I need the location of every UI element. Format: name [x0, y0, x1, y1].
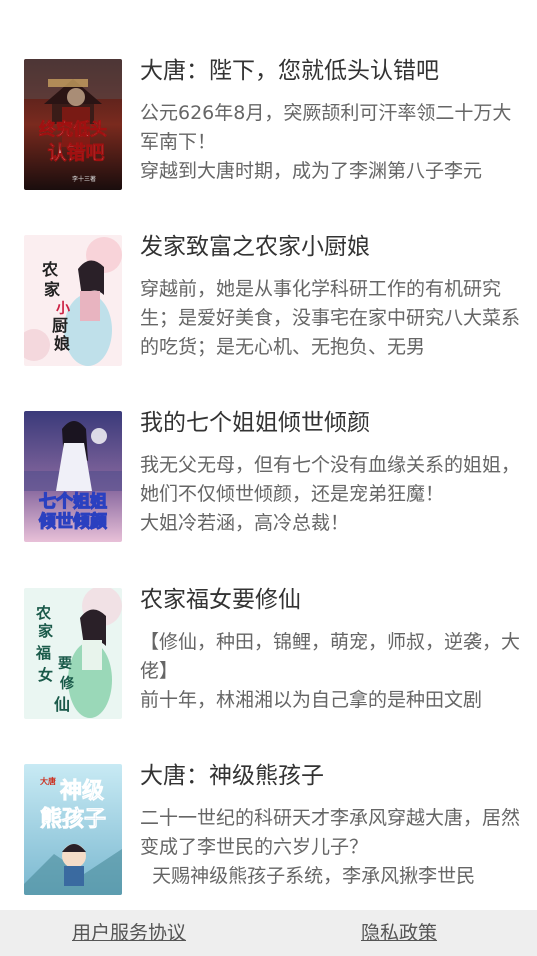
svg-text:七个姐姐: 七个姐姐 — [39, 491, 107, 512]
book-item[interactable]: 终究低头 认错吧 李十三著 大唐：陛下，您就低头认错吧 公元626年8月，突厥颉… — [24, 58, 524, 199]
svg-text:熊孩子: 熊孩子 — [40, 806, 106, 832]
svg-text:娘: 娘 — [54, 334, 70, 353]
privacy-policy-link[interactable]: 隐私政策 — [361, 920, 437, 946]
book-title: 我的七个姐姐倾世倾颜 — [140, 410, 370, 436]
svg-text:神级: 神级 — [60, 778, 104, 804]
book-description-line: 【修仙，种田，锦鲤，萌宠，师叔，逆袭，大佬】 — [140, 631, 520, 682]
book-item[interactable]: 农 家 小 厨 娘 发家致富之农家小厨娘 穿越前，她是从事化学科研工作的有机研究… — [24, 234, 524, 375]
svg-text:大唐: 大唐 — [40, 776, 56, 786]
book-item[interactable]: 大唐 神级 熊孩子 大唐：神级熊孩子 二十一世纪的科研天才李承风穿越大唐，居然变… — [24, 763, 524, 904]
book-description-line: 前十年，林湘湘以为自己拿的是种田文剧 — [140, 689, 483, 711]
svg-text:女: 女 — [38, 666, 53, 684]
book-description-line: 大姐冷若涵，高冷总裁！ — [140, 512, 350, 534]
book-description-line: 穿越到大唐时期，成为了李渊第八子李元 — [140, 160, 483, 182]
svg-text:厨: 厨 — [52, 316, 68, 335]
svg-text:家: 家 — [44, 280, 61, 299]
book-description-line: 天赐神级熊孩子系统，李承风揪李世民 — [140, 865, 476, 887]
svg-text:小: 小 — [56, 301, 70, 317]
svg-text:终究低头: 终究低头 — [39, 119, 107, 140]
footer: 用户服务协议 隐私政策 — [0, 910, 537, 956]
book-item[interactable]: 农 家 福 女 要 修 仙 农家福女要修仙 【修仙，种田，锦鲤，萌宠，师叔，逆袭… — [24, 587, 524, 728]
book-description: 【修仙，种田，锦鲤，萌宠，师叔，逆袭，大佬】 前十年，林湘湘以为自己拿的是种田文… — [140, 628, 520, 715]
terms-of-service-link[interactable]: 用户服务协议 — [72, 920, 186, 946]
book-title: 大唐：神级熊孩子 — [140, 763, 324, 789]
book-cover-image[interactable]: 七个姐姐 倾世倾颜 — [24, 411, 122, 542]
book-cover-image[interactable]: 终究低头 认错吧 李十三著 — [24, 59, 122, 190]
svg-text:要: 要 — [58, 656, 72, 672]
book-title: 大唐：陛下，您就低头认错吧 — [140, 58, 439, 84]
book-list: 终究低头 认错吧 李十三著 大唐：陛下，您就低头认错吧 公元626年8月，突厥颉… — [0, 0, 537, 910]
book-cover-image[interactable]: 大唐 神级 熊孩子 — [24, 764, 122, 895]
book-item[interactable]: 七个姐姐 倾世倾颜 我的七个姐姐倾世倾颜 我无父无母，但有七个没有血缘关系的姐姐… — [24, 410, 524, 551]
svg-text:认错吧: 认错吧 — [47, 141, 104, 164]
book-cover-image[interactable]: 农 家 福 女 要 修 仙 — [24, 588, 122, 719]
svg-text:李十三著: 李十三著 — [72, 175, 96, 183]
book-title: 发家致富之农家小厨娘 — [140, 234, 370, 260]
book-description: 我无父无母，但有七个没有血缘关系的姐姐，她们不仅倾世倾颜，还是宠弟狂魔！ 大姐冷… — [140, 451, 520, 538]
svg-text:农: 农 — [41, 260, 58, 279]
book-description-line: 公元626年8月，突厥颉利可汗率领二十万大军南下！ — [140, 102, 512, 153]
book-description: 二十一世纪的科研天才李承风穿越大唐，居然变成了李世民的六岁儿子？ 天赐神级熊孩子… — [140, 804, 520, 891]
book-description: 公元626年8月，突厥颉利可汗率领二十万大军南下！ 穿越到大唐时期，成为了李渊第… — [140, 99, 520, 186]
book-title: 农家福女要修仙 — [140, 587, 301, 613]
book-description-line: 穿越前，她是从事化学科研工作的有机研究生；是爱好美食，没事宅在家中研究八大菜系的… — [140, 278, 520, 358]
svg-text:农: 农 — [35, 604, 51, 622]
svg-text:仙: 仙 — [54, 695, 70, 714]
book-description: 穿越前，她是从事化学科研工作的有机研究生；是爱好美食，没事宅在家中研究八大菜系的… — [140, 275, 520, 362]
svg-text:福: 福 — [35, 644, 51, 662]
svg-text:倾世倾颜: 倾世倾颜 — [38, 511, 107, 532]
svg-text:修: 修 — [59, 675, 75, 692]
book-description-line: 我无父无母，但有七个没有血缘关系的姐姐，她们不仅倾世倾颜，还是宠弟狂魔！ — [140, 454, 520, 505]
svg-text:家: 家 — [38, 622, 53, 640]
book-description-line: 二十一世纪的科研天才李承风穿越大唐，居然变成了李世民的六岁儿子？ — [140, 807, 520, 858]
book-cover-image[interactable]: 农 家 小 厨 娘 — [24, 235, 122, 366]
